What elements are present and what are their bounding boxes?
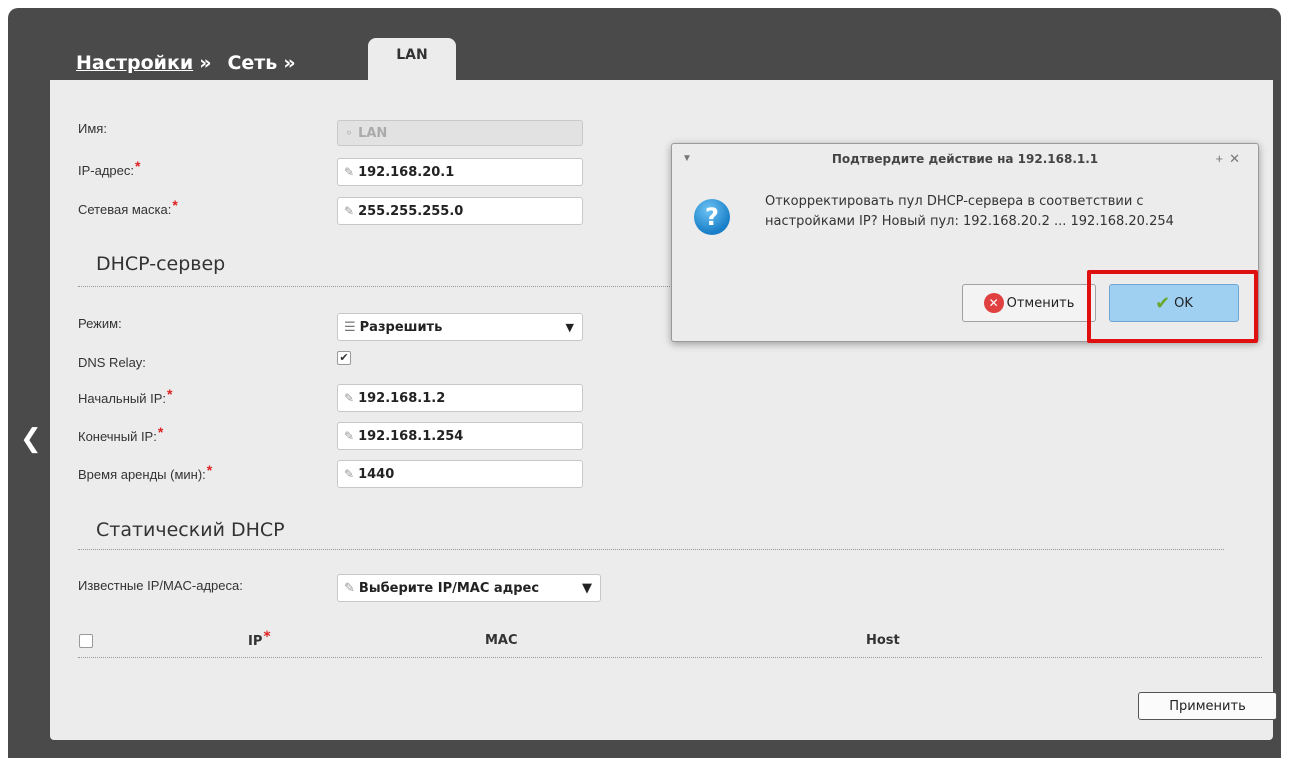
breadcrumb-network[interactable]: Сеть	[227, 52, 277, 74]
dialog-message-line: настройками IP? Новый пул: 192.168.20.2 …	[765, 214, 1174, 229]
pencil-icon: ✎	[344, 165, 355, 179]
required-mark: *	[157, 424, 164, 440]
cancel-button[interactable]: ✕ Отменить	[962, 284, 1096, 322]
known-addresses-label: Известные IP/MAC-адреса:	[78, 578, 243, 593]
lease-label-text: Время аренды (мин):	[78, 467, 206, 482]
dns-relay-label: DNS Relay:	[78, 355, 146, 370]
lease-time-input[interactable]: ✎ 1440	[337, 460, 583, 488]
select-all-checkbox[interactable]	[79, 634, 93, 648]
pencil-icon: ✎	[344, 580, 355, 596]
close-icon[interactable]: ✕	[1229, 151, 1246, 166]
pencil-icon: ✎	[344, 204, 355, 218]
end-ip-input[interactable]: ✎ 192.168.1.254	[337, 422, 583, 450]
divider	[78, 286, 672, 287]
dhcp-mode-select[interactable]: ☰ Разрешить ▼	[337, 313, 583, 341]
ip-label-text: IP-адрес:	[78, 163, 134, 178]
breadcrumb-separator: »	[283, 52, 296, 74]
cancel-button-label: Отменить	[1006, 295, 1075, 311]
column-header-ip[interactable]: IP*	[248, 629, 271, 649]
end-ip-value: 192.168.1.254	[358, 428, 464, 444]
netmask-value: 255.255.255.0	[358, 203, 464, 219]
list-icon: ☰	[344, 319, 356, 335]
apply-button[interactable]: Применить	[1138, 692, 1277, 720]
tab-lan[interactable]: LAN	[368, 38, 456, 82]
pencil-icon: ✎	[344, 391, 355, 405]
column-header-mac[interactable]: MAC	[485, 633, 518, 648]
breadcrumb-settings-link[interactable]: Настройки	[76, 52, 193, 74]
column-header-ip-label: IP	[248, 634, 263, 649]
table-divider	[78, 657, 1262, 658]
ip-address-value: 192.168.20.1	[358, 164, 455, 180]
required-mark: *	[206, 462, 213, 478]
name-value: LAN	[358, 125, 388, 141]
ip-label: IP-адрес:*	[78, 158, 140, 178]
static-dhcp-section-title: Статический DHCP	[96, 519, 285, 541]
start-ip-value: 192.168.1.2	[358, 390, 446, 406]
dhcp-section-title: DHCP-сервер	[96, 253, 226, 275]
end-ip-label: Конечный IP:*	[78, 424, 163, 444]
dialog-title: Подтвердите действие на 192.168.1.1	[831, 152, 1099, 166]
mask-label-text: Сетевая маска:	[78, 202, 172, 217]
breadcrumb-separator: »	[199, 52, 212, 74]
name-label: Имя:	[78, 121, 107, 136]
end-ip-label-text: Конечный IP:	[78, 429, 157, 444]
start-ip-label-text: Начальный IP:	[78, 391, 166, 406]
dns-relay-checkbox[interactable]: ✔	[337, 351, 351, 365]
mode-label: Режим:	[78, 316, 122, 331]
mask-label: Сетевая маска:*	[78, 197, 178, 217]
chevron-down-icon: ▼	[565, 320, 574, 334]
known-addresses-select[interactable]: ✎ Выберите IP/MAC адрес ▼	[337, 574, 601, 602]
lease-time-value: 1440	[358, 466, 395, 482]
required-mark: *	[135, 158, 141, 174]
start-ip-label: Начальный IP:*	[78, 386, 172, 406]
ok-highlight-box	[1087, 270, 1258, 343]
pencil-icon: ✎	[344, 429, 355, 443]
chevron-left-icon[interactable]: ❮	[20, 424, 42, 454]
window-controls[interactable]: +✕	[1216, 144, 1247, 174]
netmask-input[interactable]: ✎ 255.255.255.0	[337, 197, 583, 225]
name-field: ⚬ LAN	[337, 120, 583, 146]
required-mark: *	[167, 386, 173, 402]
dialog-message-line: Откорректировать пул DHCP-сервера в соот…	[765, 194, 1144, 209]
tab-lan-label: LAN	[396, 47, 428, 63]
cancel-x-icon: ✕	[983, 293, 1004, 313]
ip-address-input[interactable]: ✎ 192.168.20.1	[337, 158, 583, 186]
pin-icon[interactable]: +	[1216, 151, 1230, 166]
lease-label: Время аренды (мин):*	[78, 462, 212, 482]
dialog-message: Откорректировать пул DHCP-сервера в соот…	[765, 192, 1255, 232]
start-ip-input[interactable]: ✎ 192.168.1.2	[337, 384, 583, 412]
column-header-host[interactable]: Host	[866, 633, 900, 648]
required-mark: *	[172, 197, 178, 213]
pencil-icon: ✎	[344, 467, 355, 481]
lock-icon: ⚬	[344, 126, 355, 140]
dhcp-mode-value: Разрешить	[359, 319, 443, 335]
breadcrumb: Настройки » Сеть »	[76, 44, 312, 74]
question-icon: ?	[694, 199, 730, 235]
known-addresses-value: Выберите IP/MAC адрес	[358, 580, 540, 596]
divider	[78, 549, 1224, 550]
required-mark: *	[263, 629, 271, 645]
chevron-down-icon: ▼	[582, 580, 592, 596]
